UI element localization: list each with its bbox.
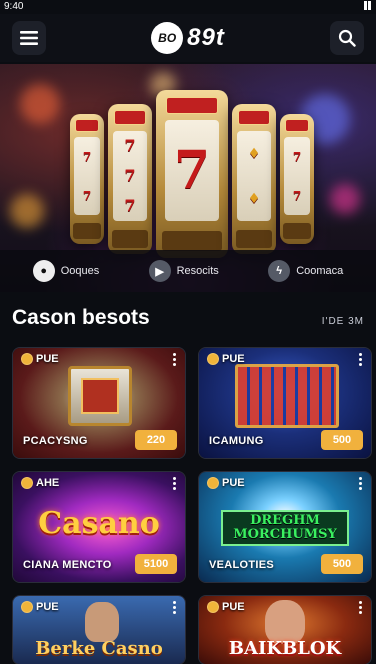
game-tag: PUE [21, 601, 59, 613]
game-card[interactable]: PUE ICAMUNG 500 [198, 347, 372, 459]
bolt-icon: ϟ [268, 260, 291, 282]
more-options-icon[interactable] [359, 477, 363, 490]
game-name: PCACYSNG [23, 435, 88, 447]
coin-icon [21, 477, 33, 489]
hero-link-label: Coomaca [296, 265, 344, 277]
game-tag: AHE [21, 477, 59, 489]
play-icon: ▶ [148, 260, 171, 282]
slot-machine-right-far: 77 [280, 114, 314, 244]
game-tag: PUE [207, 353, 245, 365]
game-art-title: BAIKBLOK [228, 638, 342, 659]
coin-icon [21, 353, 33, 365]
hero-link-label: Resocits [176, 265, 219, 277]
game-tag: PUE [207, 477, 245, 489]
game-card[interactable]: BAIKBLOK PUE [198, 595, 372, 664]
coin-icon [207, 353, 219, 365]
more-options-icon[interactable] [359, 601, 363, 614]
hamburger-icon [20, 31, 38, 45]
game-card[interactable]: Berke Casno PUE [12, 595, 186, 664]
logo-badge: BO [151, 22, 184, 54]
game-art-title: Casano [38, 506, 160, 541]
coin-icon [207, 601, 219, 613]
hero-link-1[interactable]: ● Ooques [32, 260, 100, 282]
game-art-title: DREGHM MORCHUMSY [221, 510, 349, 546]
more-options-icon[interactable] [173, 601, 177, 614]
slot-machine-center: 7 [156, 90, 228, 258]
reel-symbol: 7 [173, 139, 211, 201]
section-title: Cason besots [12, 306, 150, 329]
play-button[interactable]: 5100 [135, 554, 177, 574]
brand-logo[interactable]: BO 89t [151, 22, 225, 54]
play-button[interactable]: 500 [321, 554, 363, 574]
game-name: CIANA MENCTO [23, 559, 112, 571]
status-bar: 9:40 [0, 0, 376, 14]
hero-link-3[interactable]: ϟ Coomaca [268, 260, 343, 282]
game-tag: PUE [21, 353, 59, 365]
game-tag: PUE [207, 601, 245, 613]
game-name: VEALOTIES [209, 559, 275, 571]
coin-icon [21, 601, 33, 613]
battery-icon [364, 1, 372, 11]
chip-icon: ● [32, 260, 55, 282]
coin-icon [207, 477, 219, 489]
play-button[interactable]: 500 [321, 430, 363, 450]
hero-link-label: Ooques [60, 265, 100, 277]
app-header: BO 89t [0, 14, 376, 62]
game-art-title: Berke Casno [35, 638, 163, 659]
hero-quick-links: ● Ooques ▶ Resocits ϟ Coomaca [0, 250, 376, 292]
see-all-link[interactable]: I'DE 3M [322, 316, 364, 327]
game-card[interactable]: Casano AHE CIANA MENCTO 5100 [12, 471, 186, 583]
logo-text: 89t [187, 24, 225, 51]
search-button[interactable] [330, 21, 364, 55]
more-options-icon[interactable] [173, 353, 177, 366]
status-time: 9:40 [4, 1, 24, 12]
menu-button[interactable] [12, 21, 46, 55]
slot-machine-right: ♦ ♦ [232, 104, 276, 254]
more-options-icon[interactable] [359, 353, 363, 366]
slot-machine-left: 777 [108, 104, 152, 254]
more-options-icon[interactable] [173, 477, 177, 490]
slot-machine-left-far: 77 [70, 114, 104, 244]
section-header: Cason besots I'DE 3M [12, 306, 364, 330]
game-card[interactable]: DREGHM MORCHUMSY PUE VEALOTIES 500 [198, 471, 372, 583]
search-icon [338, 29, 356, 47]
hero-link-2[interactable]: ▶ Resocits [148, 260, 219, 282]
play-button[interactable]: 220 [135, 430, 177, 450]
game-name: ICAMUNG [209, 435, 264, 447]
game-card[interactable]: PUE PCACYSNG 220 [12, 347, 186, 459]
